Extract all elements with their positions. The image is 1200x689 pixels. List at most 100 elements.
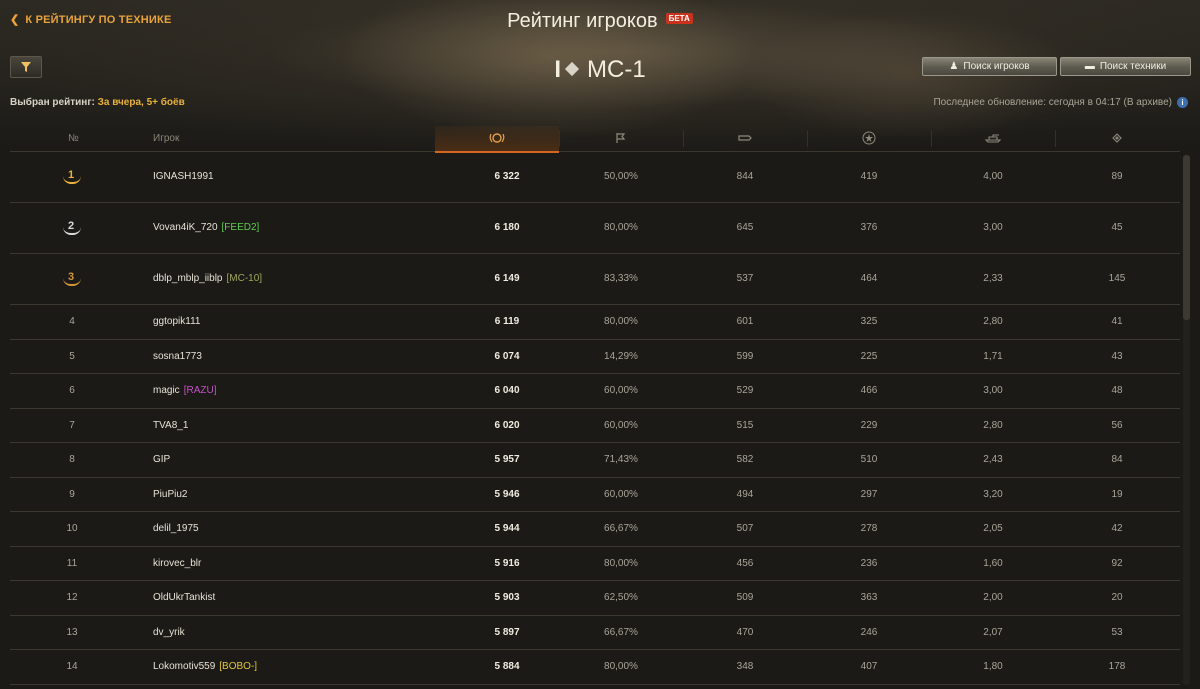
table-row[interactable]: 3 dblp_mblp_iiblp [MC-10] 6 149 83,33% 537 464…: [10, 254, 1180, 305]
player-name[interactable]: ggtopik111: [153, 316, 200, 327]
search-tech-button[interactable]: ▬ Поиск техники: [1060, 57, 1191, 76]
rank-number: 12: [66, 592, 78, 603]
table-row[interactable]: 14 Lokomotiv559 [BOBO-] 5 884 80,00% 348 407 1,…: [10, 650, 1180, 685]
scrollbar-thumb[interactable]: [1183, 155, 1190, 320]
column-header-winrate[interactable]: [559, 126, 683, 151]
info-icon[interactable]: i: [1177, 97, 1188, 108]
table-row[interactable]: 13 dv_yrik 5 897 66,67% 470 246 2,07 53: [10, 616, 1180, 650]
kills-cell: 1,60: [983, 557, 1003, 569]
experience-cell: 246: [860, 626, 878, 638]
damage-cell: 601: [736, 316, 754, 327]
tank-icon: ▬: [1084, 61, 1095, 72]
winrate-cell: 50,00%: [604, 171, 638, 182]
player-name[interactable]: Lokomotiv559: [153, 661, 215, 672]
player-name-cell[interactable]: Vovan4iK_720 [FEED2]: [153, 203, 259, 253]
player-name-cell[interactable]: delil_1975: [153, 512, 199, 546]
winrate-cell: 60,00%: [604, 385, 638, 396]
experience-cell: 363: [860, 592, 878, 603]
rating-cell: 6 119: [494, 316, 520, 327]
damage-cell: 537: [736, 273, 754, 284]
player-name[interactable]: magic: [153, 385, 180, 396]
spotting-cell: 20: [1111, 592, 1123, 603]
player-name[interactable]: kirovec_blr: [153, 558, 201, 569]
rank-number: 3: [68, 271, 75, 284]
experience-cell: 297: [860, 488, 878, 500]
kills-cell: 2,80: [983, 316, 1003, 327]
player-name-cell[interactable]: ggtopik111: [153, 305, 200, 339]
kills-cell: 3,00: [983, 222, 1003, 233]
damage-cell: 348: [736, 661, 754, 672]
rating-cell: 5 944: [494, 523, 520, 534]
table-row[interactable]: 8 GIP 5 957 71,43% 582 510 2,43 84: [10, 443, 1180, 478]
clan-tag[interactable]: [FEED2]: [222, 222, 260, 233]
table-row[interactable]: 9 PiuPiu2 5 946 60,00% 494 297 3,20 19: [10, 478, 1180, 512]
table-row[interactable]: 6 magic [RAZU] 6 040 60,00% 529 466 3,00 48: [10, 374, 1180, 409]
player-name[interactable]: dblp_mblp_iiblp: [153, 273, 223, 284]
experience-cell: 510: [860, 454, 878, 465]
column-header-experience[interactable]: [807, 126, 931, 151]
column-header-number[interactable]: №: [68, 126, 79, 151]
player-name-cell[interactable]: dv_yrik: [153, 616, 185, 650]
column-header-player[interactable]: Игрок: [153, 126, 179, 151]
table-row[interactable]: 4 ggtopik111 6 119 80,00% 601 325 2,80 41: [10, 305, 1180, 340]
laurel-icon: [489, 133, 505, 143]
experience-cell: 236: [860, 557, 878, 569]
kills-cell: 4,00: [983, 171, 1003, 182]
player-name[interactable]: TVA8_1: [153, 420, 188, 431]
column-header-rating[interactable]: [435, 126, 559, 153]
kills-cell: 2,05: [983, 523, 1003, 534]
experience-cell: 278: [860, 523, 878, 534]
column-header-damage[interactable]: [683, 126, 807, 151]
table-row[interactable]: 12 OldUkrTankist 5 903 62,50% 509 363 2,00 20: [10, 581, 1180, 616]
player-name-cell[interactable]: dblp_mblp_iiblp [MC-10]: [153, 254, 262, 304]
player-name[interactable]: Vovan4iK_720: [153, 222, 218, 233]
player-name[interactable]: sosna1773: [153, 351, 202, 362]
player-name-cell[interactable]: GIP: [153, 443, 170, 477]
column-header-spotting[interactable]: [1055, 126, 1179, 151]
table-row[interactable]: 2 Vovan4iK_720 [FEED2] 6 180 80,00% 645 376 3,0…: [10, 203, 1180, 254]
spotting-cell: 42: [1111, 523, 1123, 534]
experience-cell: 376: [860, 222, 878, 233]
table-row[interactable]: 5 sosna1773 6 074 14,29% 599 225 1,71 43: [10, 340, 1180, 374]
player-name[interactable]: GIP: [153, 454, 170, 465]
column-header-kills[interactable]: [931, 126, 1055, 151]
search-players-button[interactable]: ♟ Поиск игроков: [922, 57, 1057, 76]
player-name[interactable]: PiuPiu2: [153, 489, 187, 500]
player-name-cell[interactable]: Lokomotiv559 [BOBO-]: [153, 650, 257, 684]
rating-value[interactable]: За вчера, 5+ боёв: [98, 97, 185, 108]
table-row[interactable]: 7 TVA8_1 6 020 60,00% 515 229 2,80 56: [10, 409, 1180, 443]
player-name-cell[interactable]: PiuPiu2: [153, 478, 187, 512]
player-name-cell[interactable]: magic [RAZU]: [153, 374, 216, 408]
player-name[interactable]: delil_1975: [153, 523, 199, 534]
rating-cell: 6 074: [494, 350, 520, 362]
page-title: Рейтинг игроков БЕТА: [0, 10, 1200, 33]
medal-icon: 1: [63, 168, 81, 185]
rank-number: 4: [69, 316, 75, 327]
player-name-cell[interactable]: OldUkrTankist: [153, 581, 215, 615]
damage-cell: 582: [736, 454, 754, 465]
damage-cell: 515: [736, 419, 754, 431]
player-name[interactable]: OldUkrTankist: [153, 592, 215, 603]
player-name-cell[interactable]: TVA8_1: [153, 409, 188, 443]
rating-cell: 5 916: [494, 557, 520, 569]
player-name-cell[interactable]: sosna1773: [153, 340, 202, 374]
table-row[interactable]: 1 IGNASH1991 6 322 50,00% 844 419 4,00 89: [10, 152, 1180, 203]
rating-cell: 6 020: [494, 419, 520, 431]
medal-icon: 2: [63, 219, 81, 236]
target-icon: [1112, 133, 1122, 143]
clan-tag[interactable]: [MC-10]: [227, 273, 263, 284]
player-name-cell[interactable]: kirovec_blr: [153, 547, 201, 581]
spotting-cell: 53: [1111, 626, 1123, 638]
clan-tag[interactable]: [BOBO-]: [219, 661, 257, 672]
spotting-cell: 145: [1108, 273, 1126, 284]
damage-cell: 456: [736, 557, 754, 569]
clan-tag[interactable]: [RAZU]: [184, 385, 217, 396]
kills-cell: 1,71: [983, 350, 1003, 362]
player-name-cell[interactable]: IGNASH1991: [153, 152, 214, 202]
table-row[interactable]: 10 delil_1975 5 944 66,67% 507 278 2,05 42: [10, 512, 1180, 547]
table-row[interactable]: 11 kirovec_blr 5 916 80,00% 456 236 1,60 92: [10, 547, 1180, 581]
player-name[interactable]: dv_yrik: [153, 627, 185, 638]
spotting-cell: 45: [1111, 222, 1123, 233]
spotting-cell: 48: [1111, 385, 1123, 396]
player-name[interactable]: IGNASH1991: [153, 171, 214, 182]
